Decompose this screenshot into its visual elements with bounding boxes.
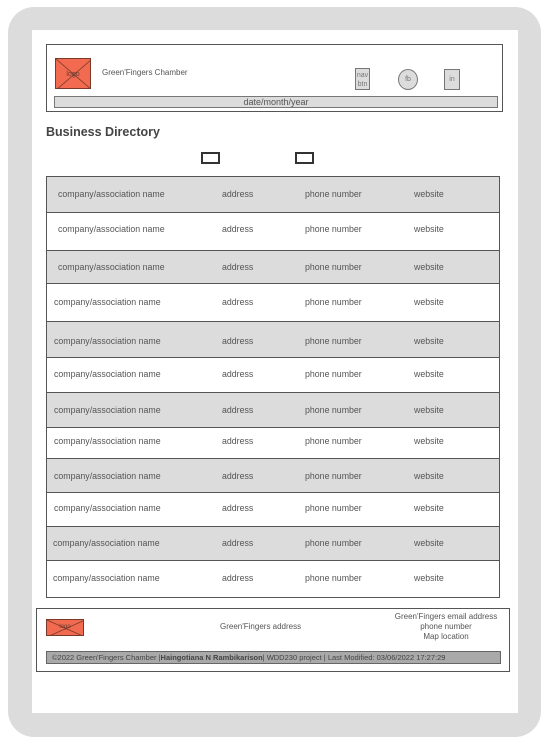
footer-map[interactable]: Map location	[387, 632, 505, 642]
website-link[interactable]: website	[414, 573, 444, 583]
phone-number: phone number	[305, 262, 362, 272]
address: address	[222, 503, 254, 513]
footer-address: Green'Fingers address	[220, 622, 302, 631]
website-link[interactable]: website	[414, 405, 444, 415]
grid-view-toggle[interactable]	[201, 152, 220, 164]
page-title: Business Directory	[46, 125, 160, 139]
address: address	[222, 297, 254, 307]
address: address	[222, 369, 254, 379]
company-name: company/association name	[54, 297, 161, 307]
address: address	[222, 224, 254, 234]
website-link[interactable]: website	[414, 189, 444, 199]
table-row[interactable]: company/association name address phone num…	[47, 213, 499, 251]
website-link[interactable]: website	[414, 336, 444, 346]
nav-button[interactable]: nav btn	[355, 68, 370, 90]
website-link[interactable]: website	[414, 503, 444, 513]
logo-placeholder[interactable]: logo	[55, 58, 91, 89]
list-view-toggle[interactable]	[295, 152, 314, 164]
table-row[interactable]: company/association name address phone num…	[47, 284, 499, 322]
table-row[interactable]: company/association name address phone num…	[47, 177, 499, 213]
company-name: company/association name	[58, 224, 165, 234]
site-footer: logo Green'Fingers address Green'Fingers…	[36, 608, 510, 672]
table-row[interactable]: company/association name address phone num…	[47, 459, 499, 493]
table-row[interactable]: company/association name address phone num…	[47, 251, 499, 284]
phone-number: phone number	[305, 224, 362, 234]
address: address	[222, 336, 254, 346]
footer-contact: Green'Fingers email address phone number…	[387, 612, 505, 642]
company-name: company/association name	[53, 538, 160, 548]
website-link[interactable]: website	[414, 471, 444, 481]
company-name: company/association name	[58, 189, 165, 199]
copyright-prefix: ©2022 Green'Fingers Chamber |	[52, 653, 161, 662]
company-name: company/association name	[54, 471, 161, 481]
table-row[interactable]: company/association name address phone num…	[47, 358, 499, 393]
website-link[interactable]: website	[414, 224, 444, 234]
phone-number: phone number	[305, 336, 362, 346]
footer-email[interactable]: Green'Fingers email address	[387, 612, 505, 622]
site-name: Green'Fingers Chamber	[102, 68, 188, 77]
table-row[interactable]: company/association name address phone num…	[47, 393, 499, 428]
facebook-icon[interactable]: fb	[398, 69, 418, 90]
address: address	[222, 436, 254, 446]
phone-number: phone number	[305, 503, 362, 513]
copyright-suffix: | WDD230 project | Last Modified: 03/06/…	[262, 653, 446, 662]
phone-number: phone number	[305, 436, 362, 446]
company-name: company/association name	[54, 369, 161, 379]
author-name: Haingotiana N Rambikarison	[160, 653, 263, 662]
phone-number: phone number	[305, 405, 362, 415]
copyright-bar: ©2022 Green'Fingers Chamber |Haingotiana…	[46, 651, 501, 664]
website-link[interactable]: website	[414, 262, 444, 272]
footer-logo-label: logo	[59, 624, 71, 630]
address: address	[222, 262, 254, 272]
linkedin-icon[interactable]: in	[444, 69, 460, 90]
directory-table: company/association name address phone num…	[46, 176, 500, 598]
phone-number: phone number	[305, 189, 362, 199]
company-name: company/association name	[54, 336, 161, 346]
address: address	[222, 573, 254, 583]
phone-number: phone number	[305, 538, 362, 548]
phone-number: phone number	[305, 471, 362, 481]
footer-logo-placeholder[interactable]: logo	[46, 619, 84, 636]
phone-number: phone number	[305, 369, 362, 379]
phone-number: phone number	[305, 297, 362, 307]
table-row[interactable]: company/association name address phone num…	[47, 428, 499, 459]
table-row[interactable]: company/association name address phone num…	[47, 527, 499, 561]
logo-label: logo	[66, 71, 80, 78]
table-row[interactable]: company/association name address phone num…	[47, 493, 499, 527]
company-name: company/association name	[53, 573, 160, 583]
address: address	[222, 189, 254, 199]
company-name: company/association name	[54, 436, 161, 446]
company-name: company/association name	[54, 503, 161, 513]
address: address	[222, 538, 254, 548]
website-link[interactable]: website	[414, 436, 444, 446]
site-header: logo Green'Fingers Chamber nav btn fb in…	[46, 44, 503, 112]
website-link[interactable]: website	[414, 538, 444, 548]
date-bar: date/month/year	[54, 96, 498, 108]
footer-phone: phone number	[420, 622, 472, 631]
website-link[interactable]: website	[414, 369, 444, 379]
company-name: company/association name	[58, 262, 165, 272]
website-link[interactable]: website	[414, 297, 444, 307]
company-name: company/association name	[54, 405, 161, 415]
address: address	[222, 405, 254, 415]
address: address	[222, 471, 254, 481]
table-row[interactable]: company/association name address phone num…	[47, 322, 499, 358]
phone-number: phone number	[305, 573, 362, 583]
table-row[interactable]: company/association name address phone num…	[47, 561, 499, 597]
